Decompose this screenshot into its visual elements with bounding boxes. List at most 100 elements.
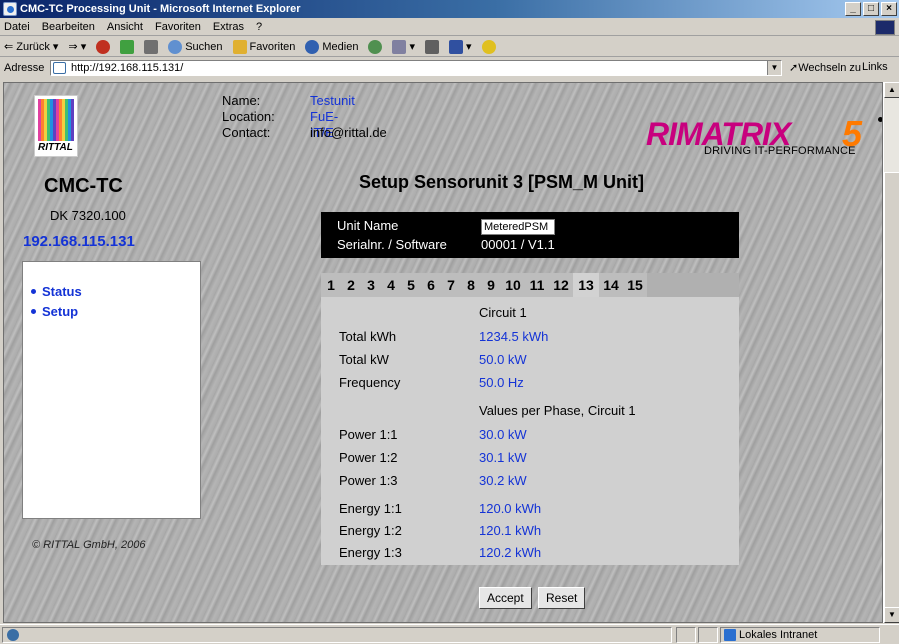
search-button[interactable]: Suchen	[168, 39, 223, 54]
sidebar-item-label: Status	[42, 284, 82, 299]
address-url: http://192.168.115.131/	[71, 62, 184, 74]
menu-bar: Datei Bearbeiten Ansicht Favoriten Extra…	[0, 19, 899, 36]
unit-name-input[interactable]	[481, 219, 555, 235]
menu-help[interactable]: ?	[256, 21, 262, 33]
messenger-icon	[481, 39, 496, 54]
tab-13[interactable]: 13	[573, 273, 599, 297]
tab-14[interactable]: 14	[599, 273, 623, 297]
mail-button[interactable]: ▾	[392, 39, 415, 54]
window-controls: _ □ ×	[845, 2, 897, 16]
window-title: CMC-TC Processing Unit - Microsoft Inter…	[20, 3, 301, 15]
tab-7[interactable]: 7	[441, 273, 461, 297]
tab-1[interactable]: 1	[321, 273, 341, 297]
total-kwh-value: 1234.5 kWh	[479, 329, 549, 344]
circuit-heading: Circuit 1	[479, 305, 527, 320]
messenger-button[interactable]	[481, 39, 496, 54]
page-title: Setup Sensorunit 3 [PSM_M Unit]	[359, 172, 645, 192]
energy-1-3-value: 120.2 kWh	[479, 545, 542, 560]
address-label: Adresse	[4, 62, 45, 74]
power-1-3-label: Power 1:3	[339, 473, 398, 488]
tab-2[interactable]: 2	[341, 273, 361, 297]
links-button[interactable]: Links	[862, 61, 888, 73]
minimize-button[interactable]: _	[845, 2, 861, 16]
status-bar: Lokales Intranet	[0, 624, 899, 644]
tab-6[interactable]: 6	[421, 273, 441, 297]
stop-button[interactable]	[96, 39, 111, 54]
tab-12[interactable]: 12	[549, 273, 573, 297]
vertical-scrollbar[interactable]: ▲ ▼	[883, 82, 899, 623]
sidebar-item-status[interactable]: Status	[31, 284, 82, 299]
refresh-button[interactable]	[120, 39, 135, 54]
print-icon	[425, 39, 439, 54]
frequency-label: Frequency	[339, 375, 401, 390]
sidebar-title: CMC-TC	[44, 175, 123, 197]
go-arrow-icon: ➚	[789, 62, 799, 74]
edit-button[interactable]: ▾	[449, 39, 472, 54]
sidebar-item-label: Setup	[42, 304, 79, 319]
frequency-value: 50.0 Hz	[479, 375, 524, 390]
tab-11[interactable]: 11	[525, 273, 549, 297]
power-1-1-value: 30.0 kW	[479, 427, 527, 442]
back-button[interactable]: ⇐ Zurück ▾	[4, 40, 58, 53]
scroll-down-button[interactable]: ▼	[884, 607, 899, 623]
toolbar: ⇐ Zurück ▾ ⇒ ▾ Suchen Favoriten Medien ▾…	[0, 37, 899, 57]
accept-button[interactable]: Accept	[479, 587, 532, 609]
sensor-tabs: 1 2 3 4 5 6 7 8 9 10 11 12 13 14 15	[321, 273, 647, 297]
media-label: Medien	[322, 40, 359, 53]
tab-5[interactable]: 5	[401, 273, 421, 297]
contact-label: Contact:	[222, 125, 271, 140]
favorites-label: Favoriten	[249, 40, 296, 53]
search-icon	[168, 39, 183, 54]
menu-extras[interactable]: Extras	[213, 21, 244, 33]
browser-window: CMC-TC Processing Unit - Microsoft Inter…	[0, 0, 899, 644]
favorites-icon	[232, 39, 247, 54]
name-label: Name:	[222, 93, 261, 108]
sidebar-nav: Status Setup	[22, 261, 201, 519]
serial-label: Serialnr. / Software	[337, 237, 447, 252]
tab-4[interactable]: 4	[381, 273, 401, 297]
forward-button[interactable]: ⇒ ▾	[68, 40, 86, 53]
edit-icon	[449, 39, 463, 54]
reset-button[interactable]: Reset	[538, 587, 586, 609]
print-button[interactable]	[425, 39, 439, 54]
history-button[interactable]	[368, 39, 383, 54]
media-button[interactable]: Medien	[305, 39, 359, 54]
tab-8[interactable]: 8	[461, 273, 481, 297]
back-label: ⇐ Zurück	[4, 41, 50, 53]
phase-heading: Values per Phase, Circuit 1	[479, 403, 636, 418]
scroll-up-button[interactable]: ▲	[884, 82, 899, 98]
power-1-3-value: 30.2 kW	[479, 473, 527, 488]
energy-1-2-label: Energy 1:2	[339, 523, 402, 538]
total-kw-value: 50.0 kW	[479, 352, 527, 367]
favorites-button[interactable]: Favoriten	[232, 39, 296, 54]
energy-1-1-value: 120.0 kWh	[479, 501, 542, 516]
menu-favoriten[interactable]: Favoriten	[155, 21, 201, 33]
tab-3[interactable]: 3	[361, 273, 381, 297]
maximize-button[interactable]: □	[863, 2, 879, 16]
address-dropdown-button[interactable]: ▼	[767, 61, 781, 75]
scroll-thumb[interactable]	[884, 172, 899, 612]
go-button[interactable]: ➚Wechseln zu	[789, 61, 861, 74]
power-1-2-label: Power 1:2	[339, 450, 398, 465]
sidebar-item-setup[interactable]: Setup	[31, 304, 78, 319]
unit-name-label: Unit Name	[337, 218, 399, 233]
tab-9[interactable]: 9	[481, 273, 501, 297]
ie-icon	[3, 2, 17, 16]
menu-ansicht[interactable]: Ansicht	[107, 21, 143, 33]
home-button[interactable]	[144, 39, 159, 54]
page-status-icon	[7, 629, 19, 641]
menu-datei[interactable]: Datei	[4, 21, 30, 33]
close-button[interactable]: ×	[881, 2, 897, 16]
home-icon	[144, 39, 159, 54]
tab-15[interactable]: 15	[623, 273, 647, 297]
energy-1-2-value: 120.1 kWh	[479, 523, 542, 538]
name-value: Testunit	[310, 93, 355, 108]
zone-cell: Lokales Intranet	[720, 627, 880, 643]
tab-10[interactable]: 10	[501, 273, 525, 297]
power-1-2-value: 30.1 kW	[479, 450, 527, 465]
address-input[interactable]: http://192.168.115.131/ ▼	[50, 60, 782, 76]
rittal-logo-text: RITTAL	[38, 142, 73, 153]
page-icon	[53, 62, 66, 74]
intranet-icon	[724, 629, 736, 641]
menu-bearbeiten[interactable]: Bearbeiten	[42, 21, 95, 33]
